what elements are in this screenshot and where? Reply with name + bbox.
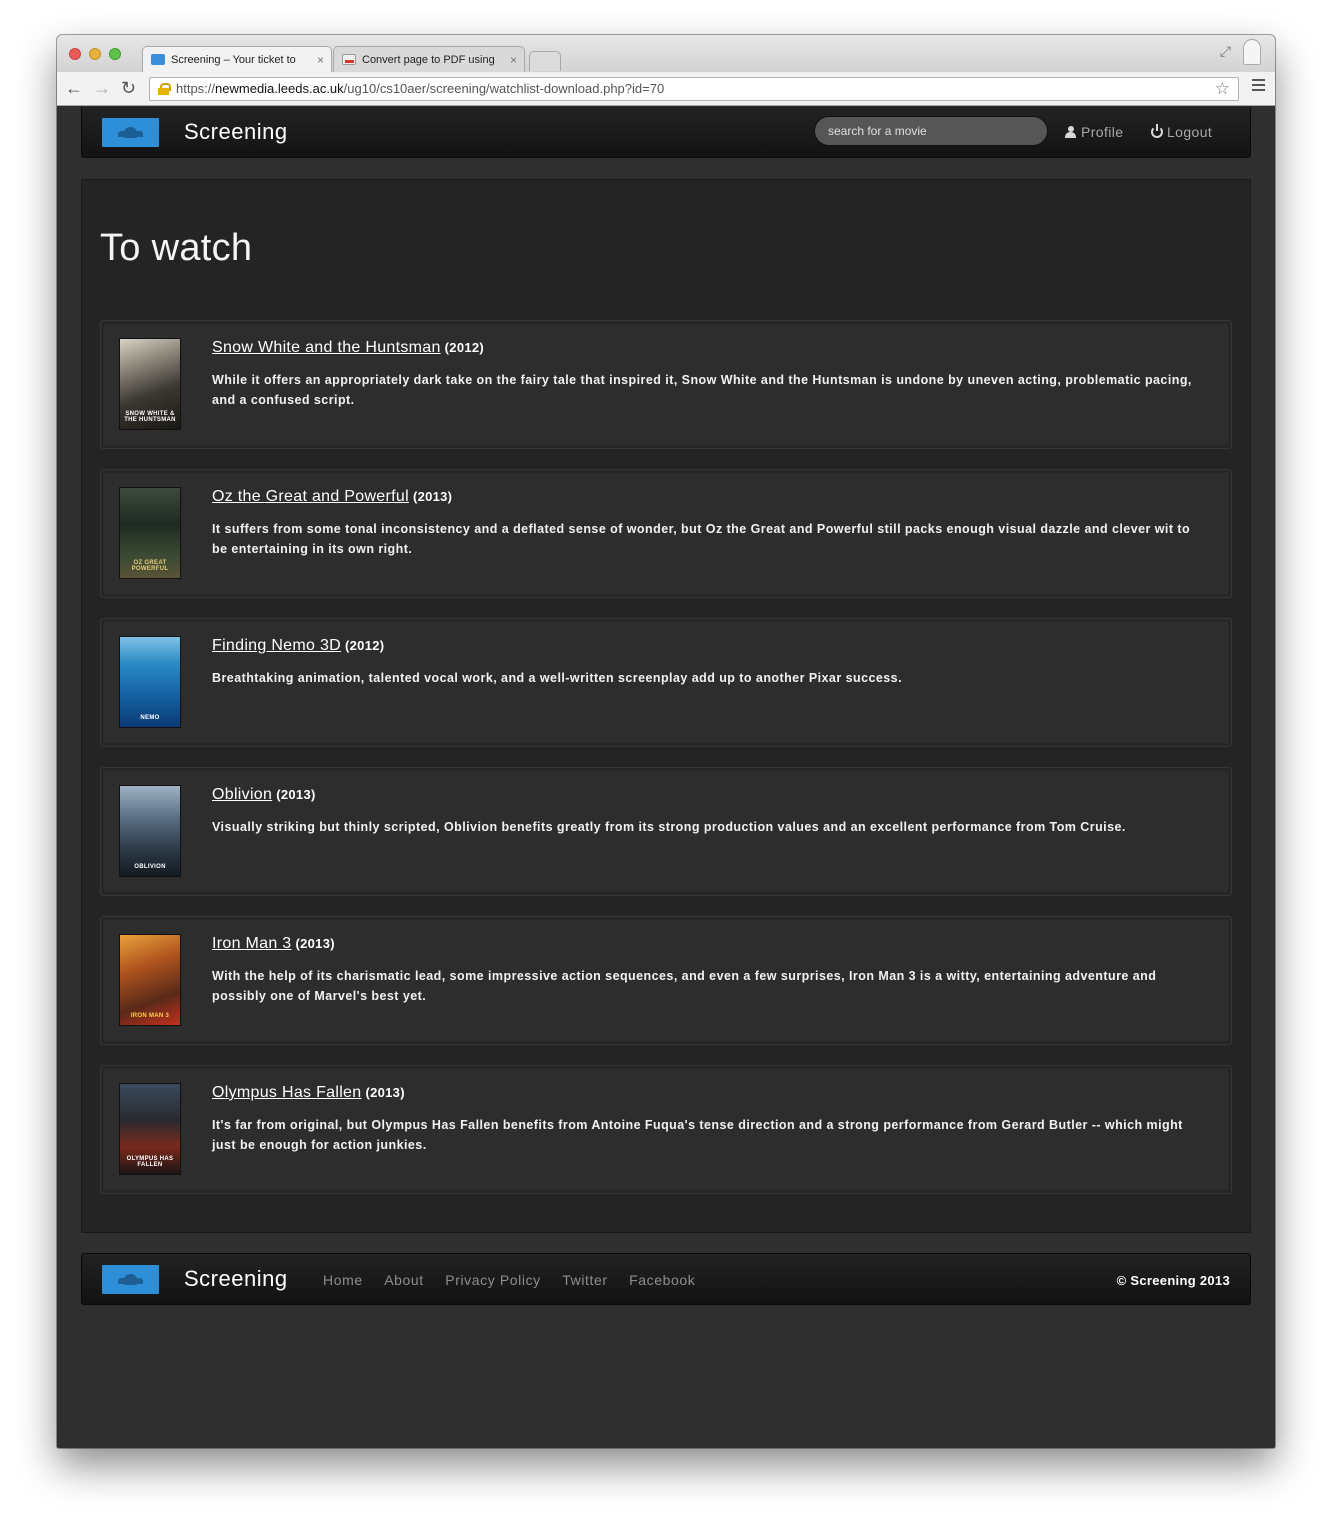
movie-year: (2013) [365,1085,405,1100]
screening-favicon-icon [151,54,165,65]
movie-poster[interactable]: OBLIVION [119,785,181,877]
title-bar: Screening – Your ticket to × Convert pag… [57,35,1275,72]
movie-title-link[interactable]: Snow White and the Huntsman [212,339,441,356]
movie-title-link[interactable]: Oblivion [212,786,272,803]
movie-heading: Oblivion (2013) [212,786,316,804]
footer-link-privacy[interactable]: Privacy Policy [445,1272,541,1288]
movie-heading: Snow White and the Huntsman (2012) [212,339,484,357]
movie-description: Breathtaking animation, talented vocal w… [212,671,902,685]
browser-toolbar: ← → ↻ https://newmedia.leeds.ac.uk/ug10/… [57,72,1275,106]
back-arrow-icon[interactable]: ← [65,78,83,98]
profile-avatar-icon[interactable] [1243,39,1261,65]
movie-poster[interactable]: OZ GREAT POWERFUL [119,487,181,579]
fullscreen-icon[interactable]: ⤢ [1220,43,1231,60]
lock-warning-icon[interactable] [158,83,171,95]
close-window-button[interactable] [69,48,81,60]
address-bar[interactable]: https://newmedia.leeds.ac.uk/ug10/cs10ae… [149,77,1239,101]
bookmark-star-icon[interactable]: ☆ [1215,78,1230,100]
footer-link-facebook[interactable]: Facebook [629,1272,695,1288]
movie-card: OLYMPUS HAS FALLEN Olympus Has Fallen (20… [100,1065,1232,1194]
reload-icon[interactable]: ↻ [121,78,136,98]
movie-title-link[interactable]: Oz the Great and Powerful [212,488,409,505]
movie-card: OZ GREAT POWERFUL Oz the Great and Power… [100,469,1232,598]
close-tab-icon[interactable]: × [510,47,517,72]
copyright-text: © Screening 2013 [1116,1273,1230,1288]
power-icon [1151,124,1163,138]
movie-heading: Oz the Great and Powerful (2013) [212,488,452,506]
minimize-window-button[interactable] [89,48,101,60]
movie-year: (2013) [412,489,453,504]
user-icon [1065,126,1076,138]
forward-arrow-icon[interactable]: → [93,78,111,98]
movie-description: With the help of its charismatic lead, s… [212,969,1157,1003]
poster-caption: IRON MAN 3 [130,1013,170,1019]
movie-card: NEMO Finding Nemo 3D (2012) Breathtaking … [100,618,1232,747]
footer-nav: Home About Privacy Policy Twitter Facebo… [323,1272,712,1290]
logout-label: Logout [1167,124,1213,140]
footer-link-about[interactable]: About [384,1272,424,1288]
tab-label: Screening – Your ticket to [171,54,296,66]
tab-screening[interactable]: Screening – Your ticket to × [142,46,332,72]
footer-brand[interactable]: Screening [184,1266,288,1292]
movie-description: Visually striking but thinly scripted, O… [212,820,1126,834]
movie-description: It suffers from some tonal inconsistency… [212,522,1191,556]
movie-heading: Olympus Has Fallen (2013) [212,1084,405,1102]
tab-convert-pdf[interactable]: Convert page to PDF using × [333,46,525,72]
movie-year: (2012) [444,340,485,355]
poster-caption: SNOW WHITE & THE HUNTSMAN [124,411,176,423]
movie-card: IRON MAN 3 Iron Man 3 (2013) With the hel… [100,916,1232,1045]
poster-caption: NEMO [140,715,160,721]
zoom-window-button[interactable] [109,48,121,60]
watchlist-panel: To watch SNOW WHITE & THE HUNTSMAN Snow … [81,179,1251,1233]
logout-link[interactable]: Logout [1151,124,1212,140]
movie-title-link[interactable]: Iron Man 3 [212,935,291,952]
movie-poster[interactable]: NEMO [119,636,181,728]
movie-poster[interactable]: OLYMPUS HAS FALLEN [119,1083,181,1175]
screening-logo-icon[interactable] [102,118,159,147]
movie-poster[interactable]: SNOW WHITE & THE HUNTSMAN [119,338,181,430]
movie-heading: Finding Nemo 3D (2012) [212,637,384,655]
site-footer: Screening Home About Privacy Policy Twit… [81,1253,1251,1305]
movie-description: While it offers an appropriately dark ta… [212,373,1192,407]
movie-heading: Iron Man 3 (2013) [212,935,335,953]
site-navbar: Screening search for a movie Profile Log… [81,107,1251,158]
movie-card: OBLIVION Oblivion (2013) Visually strikin… [100,767,1232,896]
profile-label: Profile [1081,124,1124,140]
movie-title-link[interactable]: Olympus Has Fallen [212,1084,361,1101]
footer-link-home[interactable]: Home [323,1272,363,1288]
menu-icon[interactable] [1252,79,1265,94]
new-tab-button[interactable] [529,51,561,71]
poster-caption: OZ GREAT POWERFUL [131,560,169,572]
profile-link[interactable]: Profile [1065,124,1123,140]
site-brand[interactable]: Screening [184,119,288,145]
web-page: Screening search for a movie Profile Log… [57,107,1275,1448]
movie-search-input[interactable]: search for a movie [814,116,1048,146]
browser-window: Screening – Your ticket to × Convert pag… [57,35,1275,1448]
movie-year: (2013) [295,936,335,951]
movie-poster[interactable]: IRON MAN 3 [119,934,181,1026]
close-tab-icon[interactable]: × [317,47,324,72]
url-scheme: https:// [176,81,216,96]
pdf-favicon-icon [342,54,356,65]
poster-caption: OLYMPUS HAS FALLEN [126,1156,174,1168]
movie-title-link[interactable]: Finding Nemo 3D [212,637,341,654]
movie-year: (2013) [276,787,316,802]
url-host: newmedia.leeds.ac.uk [215,81,344,96]
page-title: To watch [100,227,253,269]
footer-link-twitter[interactable]: Twitter [562,1272,607,1288]
movie-card: SNOW WHITE & THE HUNTSMAN Snow White and… [100,320,1232,449]
url-path: /ug10/cs10aer/screening/watchlist-downlo… [343,81,665,96]
screening-logo-icon[interactable] [102,1265,159,1294]
poster-caption: OBLIVION [134,864,166,870]
movie-description: It's far from original, but Olympus Has … [212,1118,1183,1152]
movie-year: (2012) [345,638,385,653]
tab-label: Convert page to PDF using [362,54,495,66]
